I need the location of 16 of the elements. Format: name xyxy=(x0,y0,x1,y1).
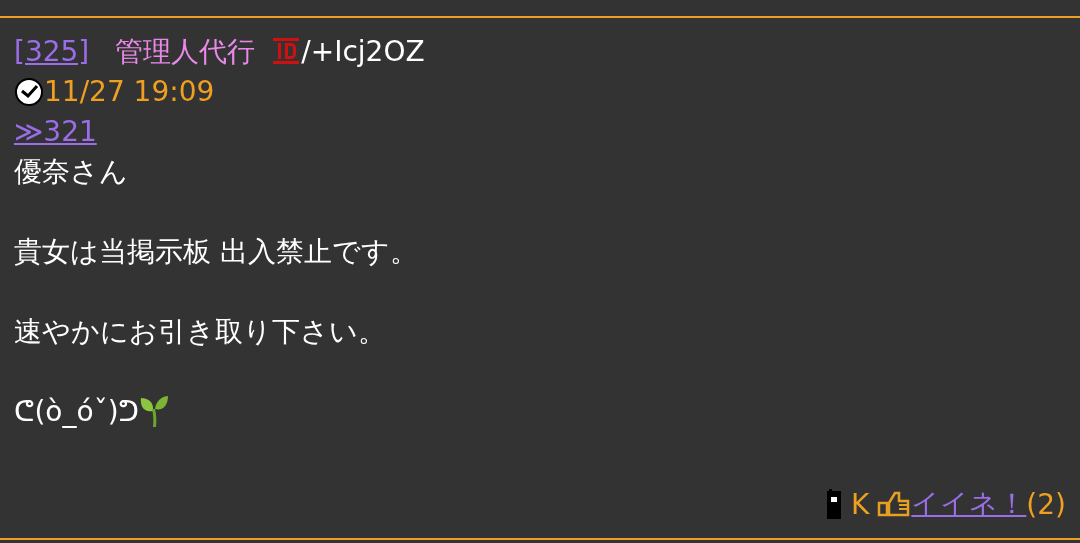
post-text: 優奈さん xyxy=(14,154,128,190)
thumbs-up-icon xyxy=(877,489,912,519)
id-badge-icon xyxy=(271,37,302,67)
post-text: 貴女は当掲示板 出入禁止です。 xyxy=(14,234,418,270)
post-text: 速やかにお引き取り下さい。 xyxy=(14,314,386,350)
poster-id: /+Icj2OZ xyxy=(301,34,425,70)
mobile-phone-icon xyxy=(826,489,841,519)
poster-name: 管理人代行 xyxy=(115,34,256,70)
like-count: (2) xyxy=(1026,487,1066,521)
like-link[interactable]: イイネ！ xyxy=(911,485,1027,523)
post-text: ᕦ(ò_óˇ)ᕤ xyxy=(14,394,139,430)
post-number-link[interactable]: [325] xyxy=(14,32,90,72)
reply-link[interactable]: ≫321 xyxy=(14,112,97,152)
sprout-icon xyxy=(139,395,169,429)
carrier-label: K xyxy=(850,487,870,521)
post-time: 11/27 19:09 xyxy=(44,74,215,110)
